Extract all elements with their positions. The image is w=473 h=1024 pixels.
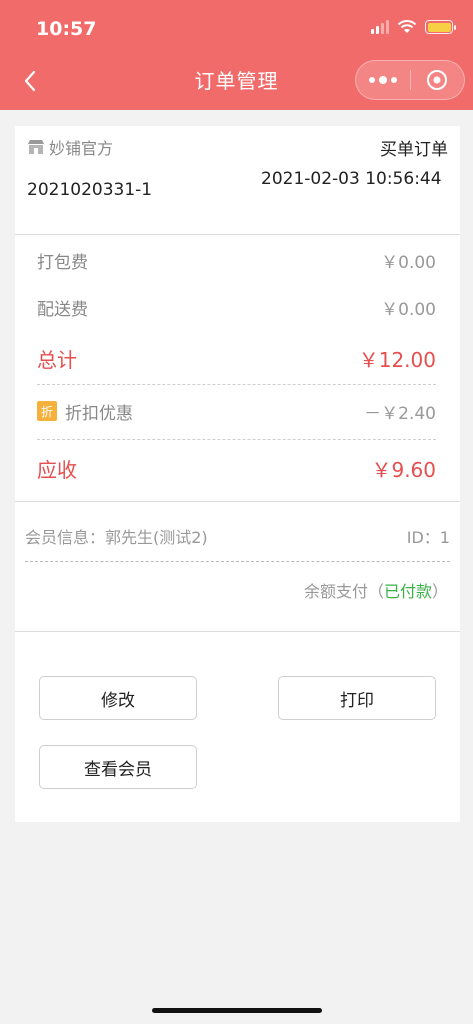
status-time: 10:57 [36,18,97,40]
order-time: 2021-02-03 10:56:44 [261,169,442,189]
delivery-fee-row: 配送费 ￥0.00 [37,293,436,321]
divider [15,234,460,235]
divider [15,501,460,502]
total-label: 总计 [37,347,77,372]
packing-fee-label: 打包费 [37,252,88,273]
packing-fee-row: 打包费 ￥0.00 [37,246,436,274]
dashed-divider [37,384,436,385]
discount-row: 折 折扣优惠 －￥2.40 [37,396,436,426]
divider [15,631,460,632]
receivable-label: 应收 [37,457,77,482]
signal-icon [371,20,389,34]
receivable-value: ￥9.60 [371,457,436,482]
payment-method: 余额支付（ [303,582,384,601]
shop-row: 妙铺官方 买单订单 [27,134,448,160]
packing-fee-value: ￥0.00 [381,252,436,273]
dashed-divider [37,439,436,440]
target-circle-icon [427,70,448,90]
order-card: 妙铺官方 买单订单 2021020331-1 2021-02-03 10:56:… [15,126,460,822]
payment-status: 已付款 [383,582,432,601]
shop-name: 妙铺官方 [49,139,114,158]
discount-value: －￥2.40 [364,403,436,424]
mini-program-capsule [355,60,465,100]
status-icons [371,20,456,34]
delivery-fee-label: 配送费 [37,299,88,320]
discount-tag-icon: 折 [37,401,57,421]
battery-icon [425,20,456,34]
wifi-icon [397,20,417,33]
payment-row: 余额支付（已付款） [304,578,448,602]
total-value: ￥12.00 [358,347,436,372]
close-program-button[interactable] [410,61,464,99]
member-info-row: 会员信息：郭先生(测试2) ID：1 [25,524,450,548]
order-type: 买单订单 [380,139,448,160]
dashed-divider [25,561,450,562]
view-member-button[interactable]: 查看会员 [39,745,197,789]
payment-close: ） [431,582,448,601]
member-id: ID：1 [406,528,450,547]
member-info: 会员信息：郭先生(测试2) [25,528,208,547]
modify-button[interactable]: 修改 [39,676,197,720]
discount-label: 折扣优惠 [65,403,133,424]
home-indicator [152,1008,322,1013]
receivable-row: 应收 ￥9.60 [37,452,436,484]
store-icon [28,140,44,154]
more-dots-icon [368,76,397,84]
print-button[interactable]: 打印 [278,676,436,720]
delivery-fee-value: ￥0.00 [381,299,436,320]
more-button[interactable] [356,61,410,99]
total-row: 总计 ￥12.00 [37,343,436,373]
order-number: 2021020331-1 [27,180,153,200]
top-bar: 10:57 订单管理 [0,0,473,110]
